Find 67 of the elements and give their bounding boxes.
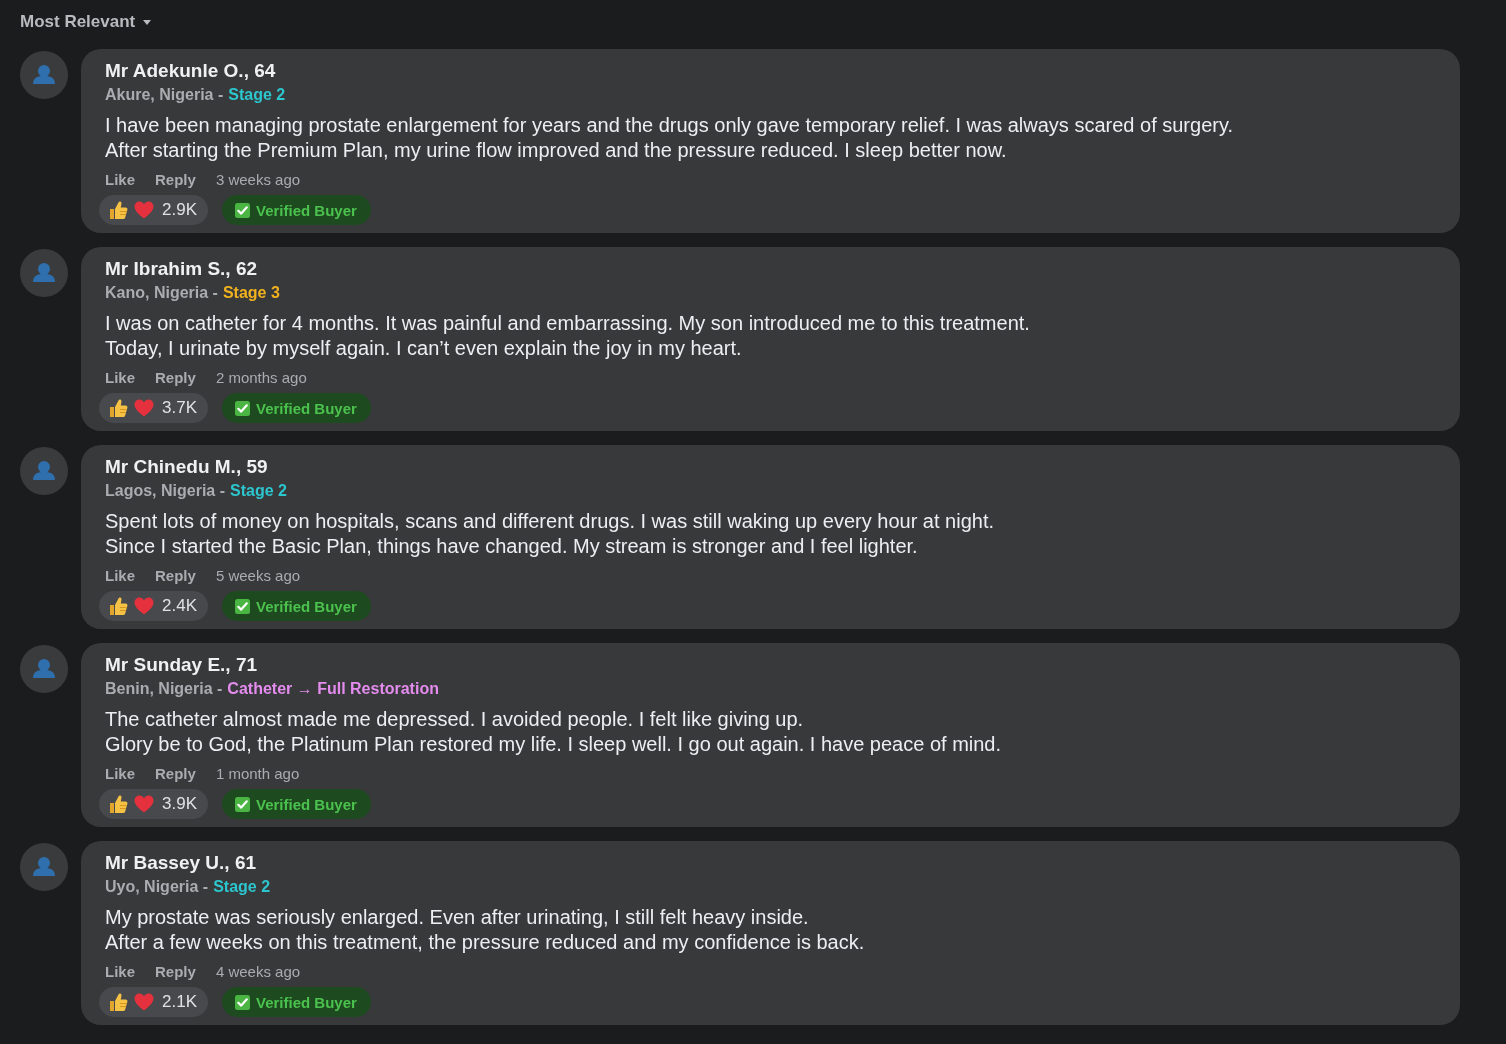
comment-text: My prostate was seriously enlarged. Even after urinating, I still felt heavy inside. After a few weeks on this treatment, the pressure reduced and my confidence is back. [105, 905, 865, 955]
badge-label: Verified Buyer [256, 597, 357, 615]
avatar-icon [20, 447, 68, 495]
badge-label: Verified Buyer [256, 399, 357, 417]
reply-link[interactable]: Reply [155, 566, 196, 586]
check-icon [235, 598, 250, 614]
timestamp: 3 weeks ago [215, 170, 301, 190]
comment-text: I was on catheter for 4 months. It was painful and embarrassing. My son introduced me to this treatment. Today, I urinate by myself again. I can’t even explain the joy in my heart. [105, 311, 1030, 361]
badge-label: Verified Buyer [256, 795, 357, 813]
author-name: Mr Chinedu M., 59 [105, 456, 268, 478]
avatar-icon [20, 249, 68, 297]
stage-label: Catheter → Full Restoration [227, 679, 439, 699]
reply-link[interactable]: Reply [155, 764, 196, 784]
timestamp: 4 weeks ago [215, 962, 301, 982]
location-text: Akure, Nigeria - [105, 85, 224, 105]
author-name: Mr Ibrahim S., 62 [105, 258, 258, 280]
like-link[interactable]: Like [105, 368, 135, 388]
comment-text: I have been managing prostate enlargement for years and the drugs only gave temporary relief. I was always scared of surgery. After starting the Premium Plan, my urine flow improved and the pressure reduced. I sleep better now. [105, 113, 1233, 163]
reaction-count: 2.1K [162, 992, 197, 1012]
reaction-count: 3.7K [162, 398, 197, 418]
check-icon [235, 796, 250, 812]
like-link[interactable]: Like [105, 764, 135, 784]
timestamp: 2 months ago [215, 368, 307, 388]
caret-icon [143, 19, 152, 25]
reply-link[interactable]: Reply [155, 368, 196, 388]
like-link[interactable]: Like [105, 962, 135, 982]
reaction-count: 3.9K [162, 794, 197, 814]
stage-label: Stage 2 [228, 85, 286, 105]
thumbs-up-icon [109, 596, 128, 616]
reaction-count: 2.4K [162, 596, 197, 616]
badge-label: Verified Buyer [256, 201, 357, 219]
thumbs-up-icon [109, 398, 128, 418]
reply-link[interactable]: Reply [155, 170, 196, 190]
heart-icon [134, 399, 154, 417]
author-name: Mr Sunday E., 71 [105, 654, 258, 676]
author-name: Mr Adekunle O., 64 [105, 60, 276, 82]
stage-label: Stage 2 [230, 481, 287, 501]
stage-label: Stage 3 [222, 283, 280, 303]
reply-link[interactable]: Reply [155, 962, 196, 982]
author-name: Mr Bassey U., 61 [105, 852, 257, 874]
sort-dropdown[interactable]: Most Relevant [20, 9, 152, 35]
location-text: Benin, Nigeria - [105, 679, 223, 699]
heart-icon [134, 993, 154, 1011]
timestamp: 5 weeks ago [215, 566, 301, 586]
heart-icon [134, 597, 154, 615]
stage-label: Stage 2 [213, 877, 271, 897]
thumbs-up-icon [109, 794, 128, 814]
avatar-icon [20, 645, 68, 693]
like-link[interactable]: Like [105, 170, 135, 190]
thumbs-up-icon [109, 992, 128, 1012]
check-icon [235, 994, 250, 1010]
location-text: Lagos, Nigeria - [105, 481, 226, 501]
location-text: Uyo, Nigeria - [105, 877, 209, 897]
avatar-icon [20, 51, 68, 99]
comment-text: Spent lots of money on hospitals, scans and different drugs. I was still waking up every hour at night. Since I started the Basic Plan, things have changed. My stream is stronger and I feel lighter. [105, 509, 994, 559]
reaction-count: 2.9K [162, 200, 197, 220]
timestamp: 1 month ago [215, 764, 300, 784]
location-text: Kano, Nigeria - [105, 283, 218, 303]
badge-label: Verified Buyer [256, 993, 357, 1011]
check-icon [235, 202, 250, 218]
avatar-icon [20, 843, 68, 891]
thumbs-up-icon [109, 200, 128, 220]
comment-text: The catheter almost made me depressed. I avoided people. I felt like giving up. Glory be to God, the Platinum Plan restored my life. I sleep well. I go out again. I have peace of mind. [105, 707, 1002, 757]
check-icon [235, 400, 250, 416]
heart-icon [134, 201, 154, 219]
heart-icon [134, 795, 154, 813]
like-link[interactable]: Like [105, 566, 135, 586]
